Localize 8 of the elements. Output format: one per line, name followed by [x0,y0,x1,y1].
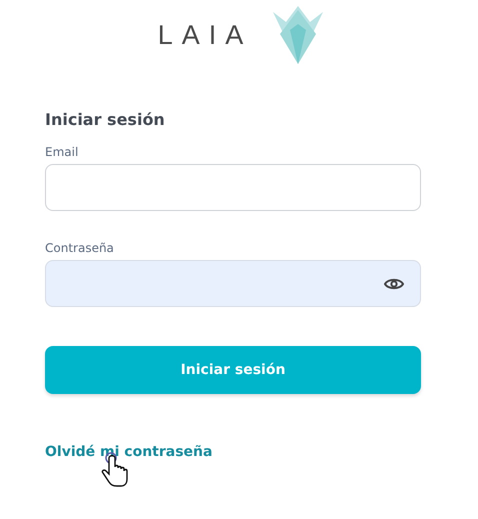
email-field[interactable] [45,164,421,211]
form-title: Iniciar sesión [45,110,166,129]
eye-icon[interactable] [384,276,404,290]
field-label: Contraseña [45,241,115,255]
field-label: Email [45,145,80,159]
password-field[interactable] [45,260,421,307]
logo-text: LAIA [158,20,252,50]
login-button[interactable]: Iniciar sesión [45,346,421,394]
